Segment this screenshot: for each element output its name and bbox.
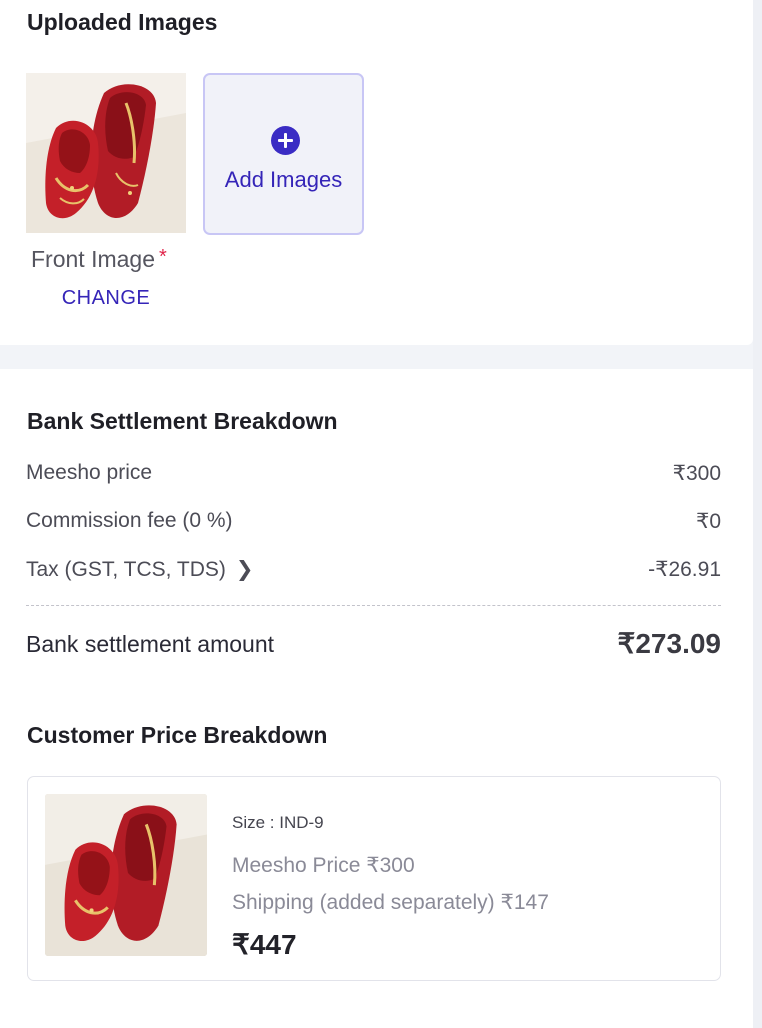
customer-price-title: Customer Price Breakdown [27, 722, 328, 748]
plus-circle-icon [271, 126, 300, 155]
row-value: -₹26.91 [648, 558, 721, 581]
tax-label: Tax (GST, TCS, TDS) [26, 558, 226, 581]
tax-row[interactable]: Tax (GST, TCS, TDS) ❯ -₹26.91 [26, 557, 721, 587]
add-images-label: Add Images [224, 167, 343, 192]
shoe-photo [45, 794, 207, 956]
chevron-right-icon[interactable]: ❯ [236, 557, 254, 582]
bank-settlement-title: Bank Settlement Breakdown [27, 408, 338, 434]
front-image-text: Front Image [31, 246, 155, 272]
row-label: Commission fee (0 %) [26, 509, 233, 532]
shipping-line: Shipping (added separately) ₹147 [232, 891, 549, 914]
bank-settlement-amount-label: Bank settlement amount [26, 631, 275, 657]
row-label: Meesho price [26, 461, 153, 484]
required-mark: * [159, 246, 167, 268]
row-label: Tax (GST, TCS, TDS) ❯ [26, 557, 254, 582]
front-image-thumbnail[interactable] [26, 73, 186, 233]
row-value: ₹0 [695, 510, 721, 533]
front-image-label: Front Image * [31, 246, 167, 273]
size-label: Size : IND-9 [232, 813, 324, 832]
change-image-button[interactable]: CHANGE [26, 287, 186, 310]
customer-total-price: ₹447 [232, 929, 297, 960]
commission-fee-row: Commission fee (0 %) ₹0 [26, 509, 721, 539]
meesho-price-row: Meesho price ₹300 [26, 461, 721, 491]
bank-settlement-amount-value: ₹273.09 [617, 628, 721, 659]
meesho-price-line: Meesho Price ₹300 [232, 854, 415, 877]
add-images-button[interactable]: Add Images [203, 73, 364, 235]
scrollbar-track[interactable] [753, 0, 762, 1028]
uploaded-images-title: Uploaded Images [27, 9, 218, 35]
shoe-photo [26, 73, 186, 233]
product-thumbnail [45, 794, 207, 956]
row-value: ₹300 [672, 462, 721, 485]
uploaded-images-card: Uploaded Images Add Images Front Image * … [0, 0, 753, 345]
divider [26, 605, 721, 606]
